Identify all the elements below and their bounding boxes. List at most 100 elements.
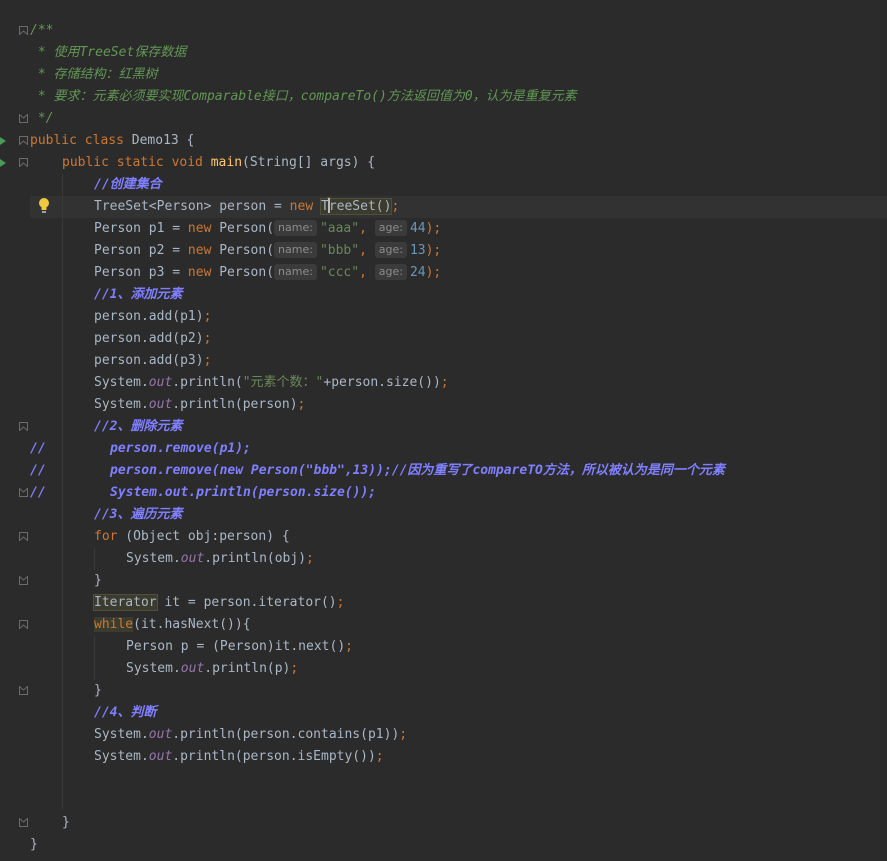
code-line-5[interactable]: */	[30, 108, 54, 130]
punctuation: );	[425, 243, 442, 258]
doc-comment-text: */	[30, 111, 54, 126]
code-text: System.	[94, 375, 149, 390]
semicolon: ;	[399, 727, 408, 742]
number-literal: 13	[409, 243, 426, 258]
code-text: obj)	[274, 551, 307, 566]
code-line-25[interactable]: System.out.println(obj);	[126, 548, 314, 570]
code-line-16[interactable]: person.add(p3);	[94, 350, 211, 372]
fold-open-icon[interactable]	[19, 136, 28, 145]
code-text: .println(	[172, 749, 243, 764]
code-text: +person.size())	[323, 375, 441, 390]
code-text: Demo13 {	[123, 133, 195, 148]
code-text: person.isEmpty())	[242, 749, 376, 764]
fold-close-icon[interactable]	[19, 686, 28, 695]
param-hint-age: age:	[374, 264, 407, 280]
code-line-12[interactable]: Person p3 = new Person(name: "ccc", age: 2…	[94, 262, 441, 284]
code-text: Person(	[211, 221, 275, 236]
highlighted-type: TreeSet()	[319, 198, 393, 215]
keyword: new	[187, 221, 212, 236]
code-line-24[interactable]: for (Object obj:person) {	[94, 526, 290, 548]
code-line-34[interactable]: System.out.println(person.isEmpty());	[94, 746, 384, 768]
code-line-27[interactable]: Iterator it = person.iterator();	[93, 592, 344, 614]
code-line-38[interactable]: }	[30, 834, 38, 856]
comment-prefix: //	[30, 463, 46, 478]
code-line-4[interactable]: * 要求：元素必须要实现Comparable接口，compareTo()方法返回…	[30, 86, 577, 108]
highlighted-type: Iterator	[93, 594, 158, 611]
code-text: .println(	[172, 397, 243, 412]
param-hint-age: age:	[374, 220, 407, 236]
code-line-23[interactable]: //3、遍历元素	[94, 504, 182, 526]
code-line-6[interactable]: public class Demo13 {	[30, 130, 194, 152]
code-line-30[interactable]: System.out.println(p);	[126, 658, 298, 680]
doc-comment-text: * 要求：元素必须要实现Comparable接口，compareTo()方法返回…	[30, 89, 577, 104]
code-text: Person(	[211, 243, 275, 258]
line-comment: //3、遍历元素	[94, 507, 183, 522]
code-text: Person p2 =	[94, 243, 188, 258]
code-text: }	[94, 683, 102, 698]
line-comment: //4、判断	[94, 705, 157, 720]
string-literal: "aaa"	[319, 221, 360, 236]
code-text: person.contains(p1))	[242, 727, 400, 742]
code-line-33[interactable]: System.out.println(person.contains(p1));	[94, 724, 407, 746]
code-line-1[interactable]: /**	[30, 20, 53, 42]
code-line-29[interactable]: Person p = (Person)it.next();	[126, 636, 353, 658]
code-line-14[interactable]: person.add(p1);	[94, 306, 211, 328]
static-field: out	[148, 397, 173, 412]
code-line-31[interactable]: }	[94, 680, 102, 702]
keyword: new	[187, 243, 212, 258]
doc-comment-text: /**	[30, 23, 54, 38]
static-field: out	[180, 551, 205, 566]
semicolon: ;	[306, 551, 314, 566]
code-line-7[interactable]: public static void main(String[] args) {	[62, 152, 375, 174]
fold-open-icon[interactable]	[19, 532, 28, 541]
fold-open-icon[interactable]	[19, 620, 28, 629]
code-line-17[interactable]: System.out.println("元素个数："+person.size()…	[94, 372, 449, 394]
fold-close-icon[interactable]	[19, 114, 28, 123]
param-hint-name: name:	[274, 242, 317, 258]
code-text: .println(	[172, 375, 243, 390]
code-text: (it.hasNext()){	[133, 617, 251, 632]
fold-close-icon[interactable]	[19, 488, 28, 497]
fold-open-icon[interactable]	[19, 422, 28, 431]
code-line-26[interactable]: }	[94, 570, 102, 592]
code-line-18[interactable]: System.out.println(person);	[94, 394, 305, 416]
run-gutter-icon[interactable]	[0, 159, 6, 167]
code-line-2[interactable]: * 使用TreeSet保存数据	[30, 42, 186, 64]
code-text: Person p3 =	[94, 265, 188, 280]
code-text: it = person.iterator()	[156, 595, 337, 610]
fold-close-icon[interactable]	[19, 576, 28, 585]
code-line-15[interactable]: person.add(p2);	[94, 328, 211, 350]
indent-guide	[94, 636, 95, 680]
lightbulb-icon[interactable]	[37, 197, 51, 215]
code-line-22[interactable]: // System.out.println(person.size());	[30, 482, 376, 504]
param-hint-name: name:	[274, 264, 317, 280]
fold-open-icon[interactable]	[19, 26, 28, 35]
code-line-20[interactable]: // person.remove(p1);	[30, 438, 251, 460]
code-line-28[interactable]: while(it.hasNext()){	[94, 614, 251, 636]
string-literal: "ccc"	[319, 265, 360, 280]
code-editor[interactable]: /** * 使用TreeSet保存数据 * 存储结构：红黑树 * 要求：元素必须…	[0, 0, 887, 861]
fold-open-icon[interactable]	[19, 158, 28, 167]
static-field: out	[180, 661, 205, 676]
code-text: }	[62, 815, 70, 830]
code-line-32[interactable]: //4、判断	[94, 702, 156, 724]
code-line-19[interactable]: //2、删除元素	[94, 416, 182, 438]
code-line-8[interactable]: //创建集合	[94, 174, 162, 196]
semicolon: ;	[203, 309, 212, 324]
code-line-3[interactable]: * 存储结构：红黑树	[30, 64, 158, 86]
run-gutter-icon[interactable]	[0, 137, 6, 145]
code-line-37[interactable]: }	[62, 812, 70, 834]
code-text: p)	[274, 661, 291, 676]
code-line-10[interactable]: Person p1 = new Person(name: "aaa", age: 4…	[94, 218, 441, 240]
comment-prefix: //	[30, 485, 46, 500]
code-line-9[interactable]: TreeSet<Person> person = new TreeSet();	[94, 196, 399, 218]
code-text: reeSet()	[328, 199, 392, 214]
param-hint-age: age:	[374, 242, 407, 258]
fold-close-icon[interactable]	[19, 818, 28, 827]
code-line-21[interactable]: // person.remove(new Person("bbb",13));//…	[30, 460, 725, 482]
keyword: while	[94, 617, 134, 632]
param-hint-name: name:	[274, 220, 317, 236]
semicolon: ;	[440, 375, 449, 390]
code-line-13[interactable]: //1、添加元素	[94, 284, 182, 306]
code-line-11[interactable]: Person p2 = new Person(name: "bbb", age: 1…	[94, 240, 441, 262]
